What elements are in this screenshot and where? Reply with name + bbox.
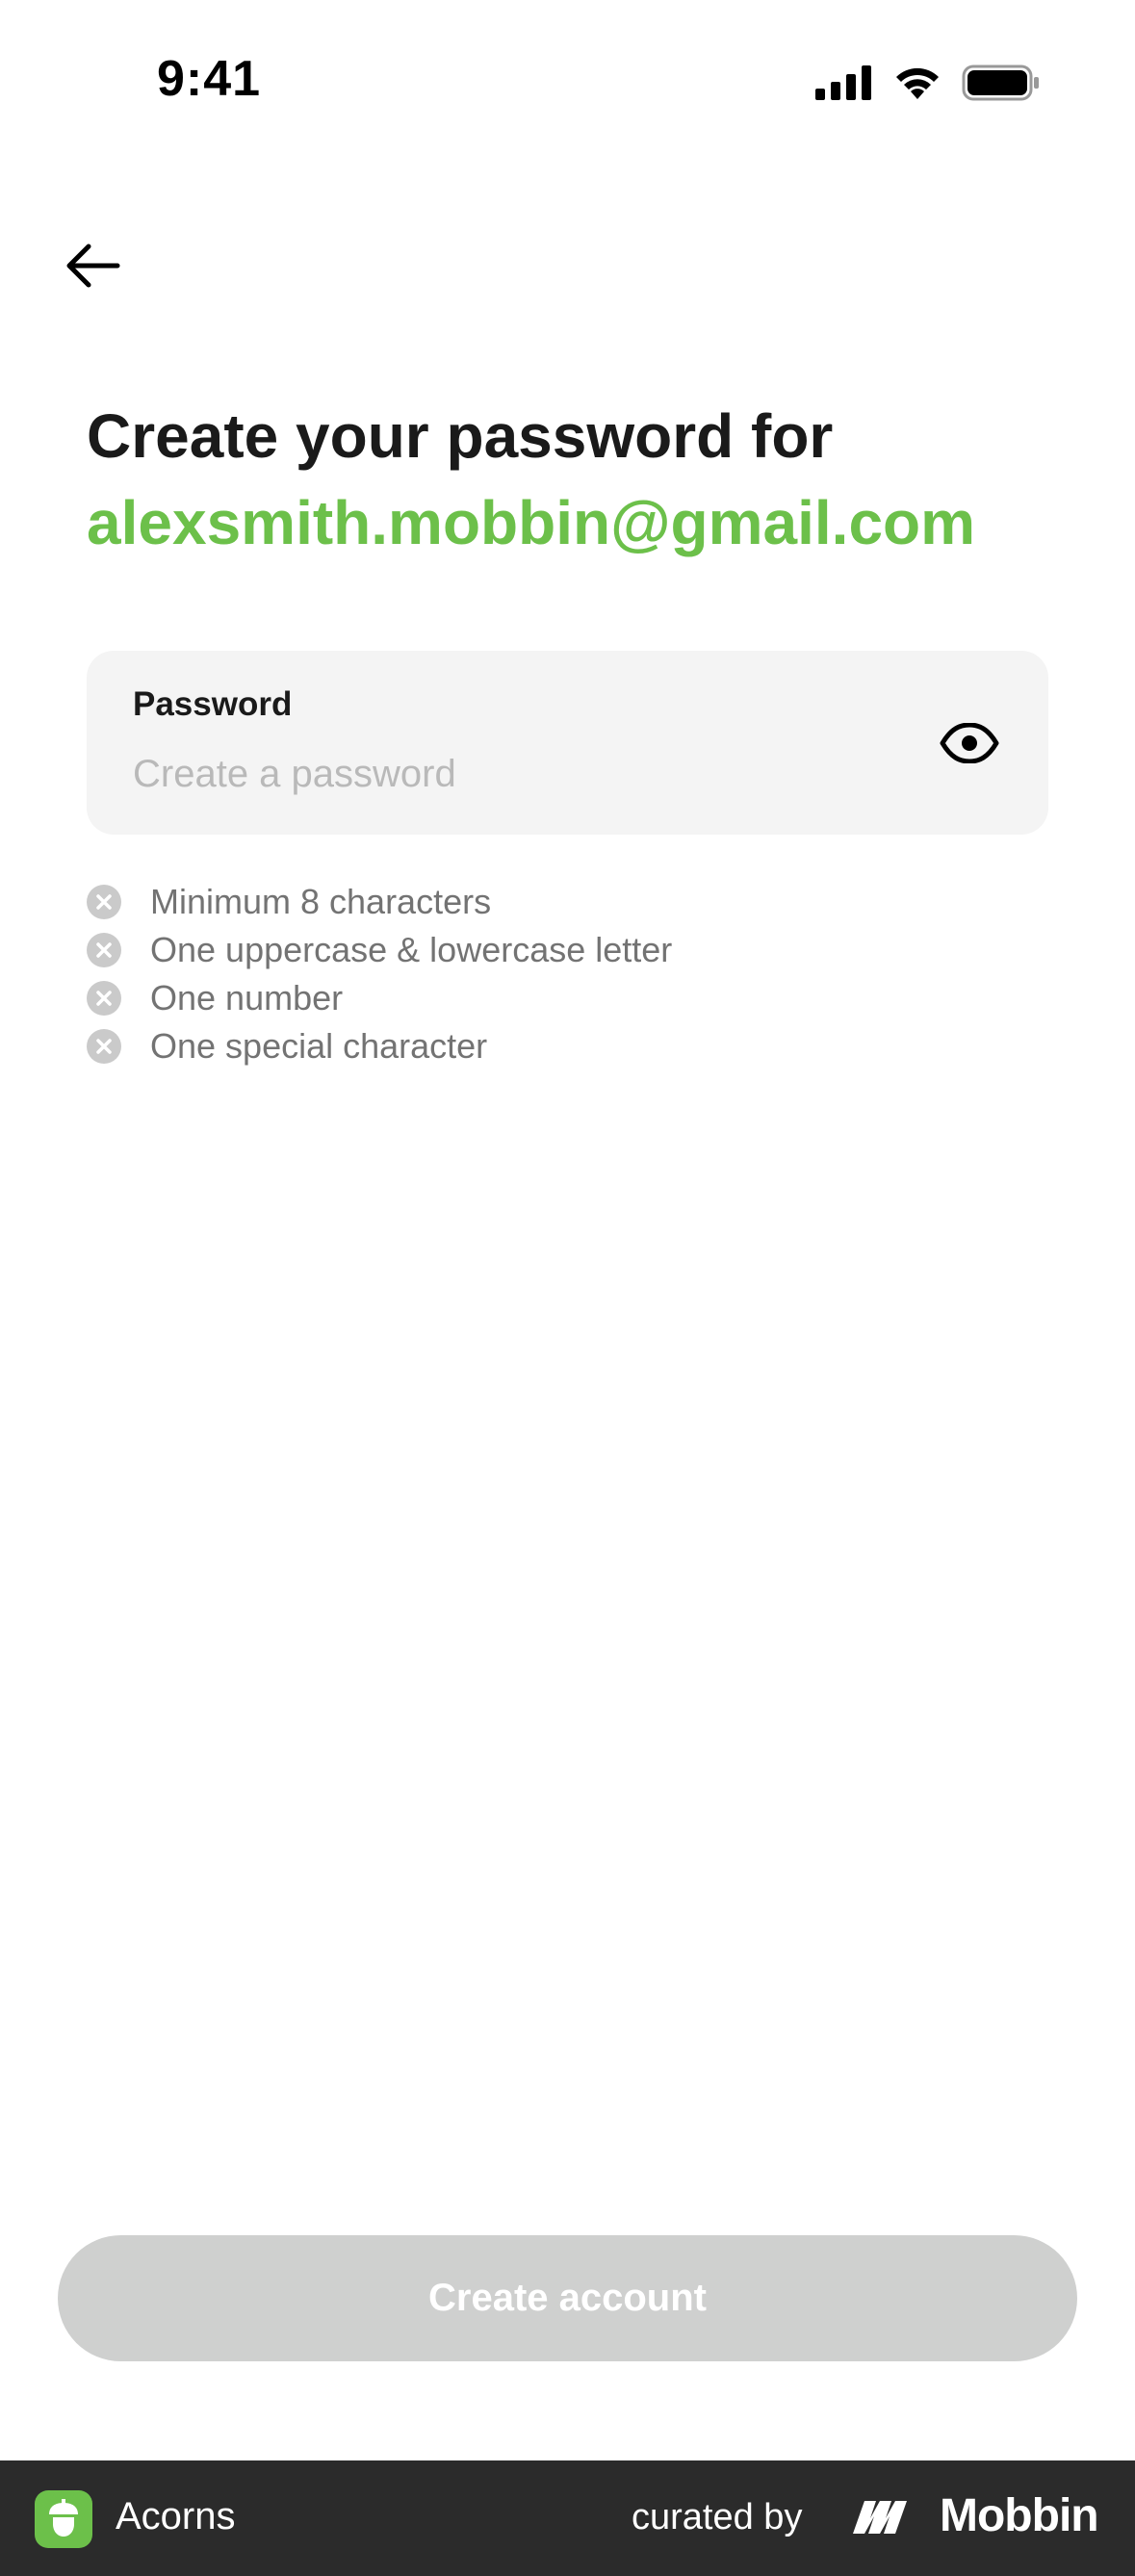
mobbin-brand: Mobbin [940,2490,1099,2541]
show-password-toggle[interactable] [939,712,1000,774]
requirement-text: One number [150,978,344,1018]
password-input[interactable] [133,745,884,803]
status-icons [815,64,1041,102]
battery-icon [962,64,1039,101]
x-circle-icon [87,1029,121,1064]
x-circle-icon [87,885,121,919]
acorn-icon [35,2490,92,2548]
requirement-text: One uppercase & lowercase letter [150,930,673,969]
requirement-item: One special character [87,1022,672,1070]
x-circle-icon [87,933,121,967]
account-email: alexsmith.mobbin@gmail.com [87,488,976,557]
password-label: Password [133,685,293,723]
cellular-signal-icon [815,65,871,100]
password-requirements: Minimum 8 characters One uppercase & low… [87,878,672,1070]
arrow-left-icon [66,244,120,288]
status-time: 9:41 [157,51,262,107]
eye-icon [940,723,999,763]
password-field[interactable]: Password [87,651,1048,835]
footer-bar: Acorns curated by Mobbin [0,2460,1135,2576]
app-name: Acorns [116,2495,236,2537]
requirement-text: One special character [150,1026,488,1066]
status-bar: 9:41 [0,0,1135,144]
requirement-item: Minimum 8 characters [87,878,672,926]
curated-by-label: curated by [632,2497,803,2537]
mobbin-logo-icon [853,2501,907,2534]
title-text: Create your password for [87,401,834,471]
page-title: Create your password for alexsmith.mobbi… [87,393,1049,566]
requirement-item: One number [87,974,672,1022]
wifi-icon [896,67,939,99]
x-circle-icon [87,981,121,1016]
create-account-button[interactable]: Create account [58,2235,1077,2361]
requirement-text: Minimum 8 characters [150,882,492,921]
back-button[interactable] [54,227,131,304]
requirement-item: One uppercase & lowercase letter [87,926,672,974]
